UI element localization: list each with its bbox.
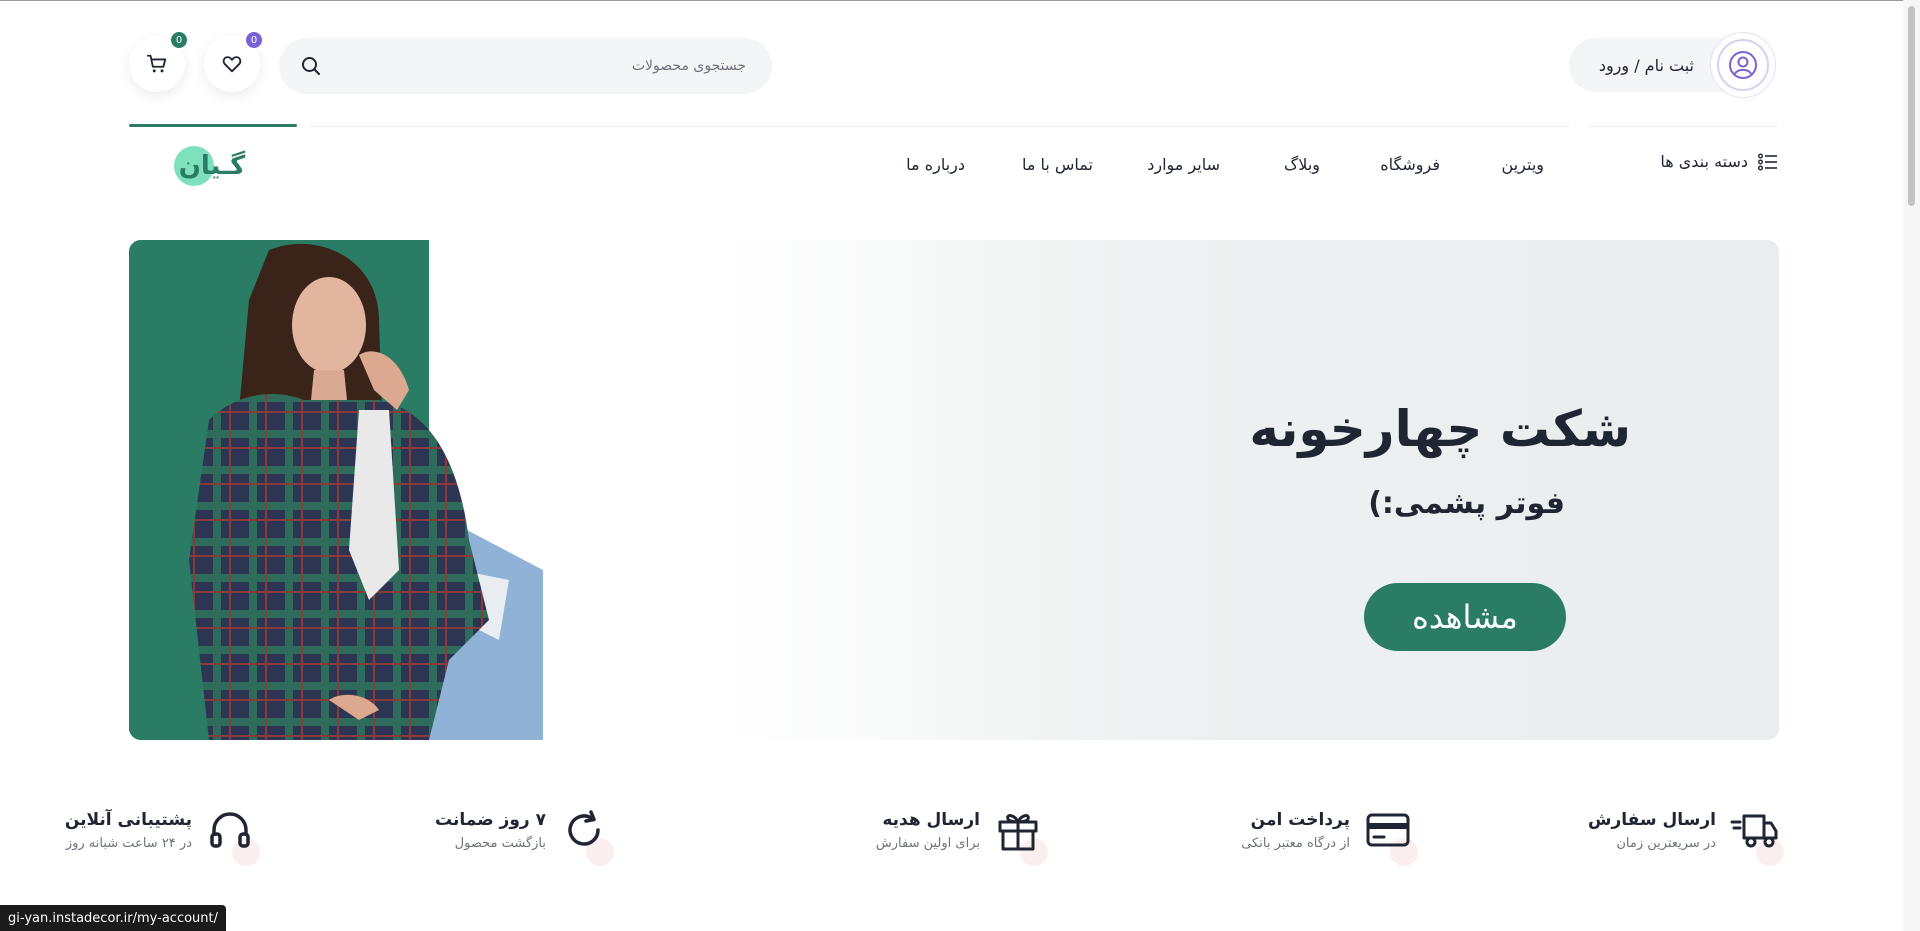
top-border (0, 0, 1920, 1)
logo-text: گـیان (179, 150, 246, 181)
nav-accent-bar (129, 124, 297, 127)
hero-title: شکت چهارخونه (1249, 400, 1631, 458)
feature-subtitle: در ۲۴ ساعت شبانه روز (65, 835, 192, 851)
feature-title: ۷ روز ضمانت (435, 809, 546, 830)
feature-subtitle: برای اولین سفارش (875, 835, 980, 851)
site-logo[interactable]: گـیان (170, 142, 254, 188)
search-bar (279, 38, 772, 94)
wishlist-button[interactable]: 0 (204, 30, 264, 92)
list-icon (1758, 153, 1777, 170)
page-scrollbar[interactable] (1903, 0, 1920, 931)
feature-title: ارسال هدیه (882, 809, 980, 830)
feature-shipping: ارسال سفارش در سریعترین زمان (1588, 806, 1784, 866)
nav-more[interactable]: سایر موارد (1147, 155, 1220, 174)
login-register-label[interactable]: ثبت نام / ورود (1568, 38, 1724, 92)
feature-subtitle: بازگشت محصول (454, 835, 546, 851)
hero-view-button[interactable]: مشاهده (1364, 583, 1566, 651)
search-input[interactable] (279, 38, 772, 94)
nav-showcase[interactable]: ویترین (1502, 155, 1544, 174)
feature-title: پشتیبانی آنلاین (64, 809, 192, 830)
feature-title: پرداخت امن (1250, 809, 1350, 830)
wishlist-count-badge: 0 (244, 30, 264, 50)
account-link[interactable]: ثبت نام / ورود (1568, 32, 1776, 98)
cart-button[interactable]: 0 (129, 30, 189, 92)
nav-shop[interactable]: فروشگاه (1380, 155, 1440, 174)
hero-subtitle: فوتر پشمی:) (1368, 486, 1565, 521)
status-bar-url: gi-yan.instadecor.ir/my-account/ (0, 905, 227, 931)
feature-support: پشتیبانی آنلاین در ۲۴ ساعت شبانه روز (64, 806, 260, 866)
categories-menu[interactable]: دسته بندی ها (1660, 152, 1778, 171)
nav-divider (310, 126, 1570, 127)
heart-icon (222, 56, 242, 73)
nav-about[interactable]: درباره ما (906, 155, 965, 174)
feature-guarantee: ۷ روز ضمانت بازگشت محصول (435, 806, 614, 866)
scrollbar-thumb[interactable] (1908, 6, 1915, 206)
feature-secure-payment: پرداخت امن از درگاه معتبر بانکی (1241, 806, 1418, 866)
feature-subtitle: از درگاه معتبر بانکی (1241, 835, 1350, 851)
headphones-icon (210, 812, 250, 848)
credit-card-icon (1366, 813, 1410, 847)
user-icon (1729, 51, 1757, 79)
categories-label: دسته بندی ها (1660, 152, 1748, 171)
feature-gift: ارسال هدیه برای اولین سفارش (875, 806, 1048, 866)
nav-blog[interactable]: وبلاگ (1284, 155, 1320, 174)
user-avatar[interactable] (1710, 32, 1776, 98)
refresh-icon (568, 810, 600, 846)
cart-icon (146, 54, 167, 73)
search-icon[interactable] (301, 56, 321, 76)
hero-model-image (129, 240, 543, 740)
nav-divider-right (1588, 126, 1778, 127)
feature-subtitle: در سریعترین زمان (1616, 835, 1716, 851)
gift-icon (998, 814, 1038, 851)
hero-banner: شکت چهارخونه فوتر پشمی:) مشاهده (129, 240, 1779, 740)
nav-contact[interactable]: تماس با ما (1022, 155, 1093, 174)
feature-title: ارسال سفارش (1588, 809, 1716, 830)
cart-count-badge: 0 (169, 30, 189, 50)
truck-icon (1730, 814, 1778, 848)
